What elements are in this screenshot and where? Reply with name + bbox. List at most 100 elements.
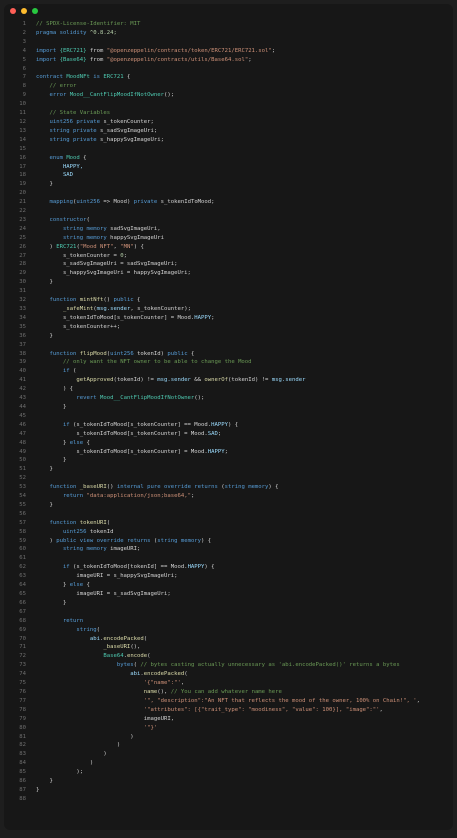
code-line: 83 ) [4, 750, 453, 759]
line-number: 44 [19, 403, 26, 410]
line-text: // State Variables [36, 110, 111, 117]
line-number: 42 [19, 386, 26, 393]
close-dot[interactable] [10, 8, 16, 14]
line-number: 58 [19, 528, 26, 535]
line-number: 16 [19, 154, 26, 161]
code-line: 79 imageURI, [4, 715, 453, 724]
code-line: 78 '"attributes": [{"trait_type": "moodi… [4, 706, 453, 715]
code-line: 64 } else { [4, 581, 453, 590]
code-line: 11 // State Variables [4, 109, 453, 118]
line-number: 78 [19, 706, 26, 713]
code-line: 58 uint256 tokenId [4, 528, 453, 537]
line-number: 52 [19, 475, 26, 482]
line-number: 64 [19, 582, 26, 589]
code-line: 9 error Mood__CantFlipMoodIfNotOwner(); [4, 91, 453, 100]
code-line: 25 string memory happySvgImageUri [4, 234, 453, 243]
line-text: imageURI = s_happySvgImageUri; [36, 573, 178, 580]
code-line: 48 } else { [4, 439, 453, 448]
line-text: } [36, 181, 53, 188]
code-line: 81 ) [4, 733, 453, 742]
code-area[interactable]: 1 // SPDX-License-Identifier: MIT 2 pragma … [4, 20, 453, 830]
code-line: 27 s_tokenCounter = 0; [4, 252, 453, 261]
code-line: 60 string memory imageURI; [4, 545, 453, 554]
line-number: 20 [19, 190, 26, 197]
line-text: } [36, 332, 53, 339]
code-line: 46 if (s_tokenIdToMood[s_tokenCounter] =… [4, 421, 453, 430]
line-text: import {ERC721} from "@openzeppelin/cont… [36, 47, 276, 54]
line-number: 45 [19, 412, 26, 419]
code-line: 6 [4, 65, 453, 74]
code-line: 69 string( [4, 626, 453, 635]
line-text: s_tokenIdToMood[s_tokenCounter] = Mood.H… [36, 448, 228, 455]
line-text: s_tokenIdToMood[s_tokenCounter] = Mood.S… [36, 430, 222, 437]
code-line: 71 _baseURI(), [4, 643, 453, 652]
code-line: 50 } [4, 456, 453, 465]
line-number: 7 [22, 74, 26, 81]
line-text: imageURI, [36, 715, 175, 722]
line-number: 15 [19, 145, 26, 152]
line-number: 70 [19, 635, 26, 642]
line-number: 39 [19, 359, 26, 366]
line-number: 41 [19, 377, 26, 384]
line-text: '", "description":"An NFT that reflects … [143, 697, 420, 704]
code-line: 76 name(), // You can add whatever name … [4, 688, 453, 697]
line-number: 56 [19, 510, 26, 517]
line-text: ) ERC721("Mood NFT", "MN") { [36, 243, 144, 250]
line-number: 32 [19, 297, 26, 304]
line-number: 12 [19, 118, 26, 125]
code-line: 17 HAPPY, [4, 163, 453, 172]
line-number: 24 [19, 225, 26, 232]
code-line: 39 // only want the NFT owner to be able… [4, 358, 453, 367]
line-number: 5 [22, 56, 26, 63]
minimize-dot[interactable] [21, 8, 27, 14]
line-text: } [36, 501, 53, 508]
code-line: 14 string private s_happySvgImageUri; [4, 136, 453, 145]
line-text: function flipMood(uint256 tokenId) publi… [36, 350, 195, 357]
code-line: 5 import {Base64} from "@openzeppelin/con… [4, 56, 453, 65]
line-number: 59 [19, 537, 26, 544]
line-text: s_sadSvgImageUri = sadSvgImageUri; [36, 261, 178, 268]
line-number: 84 [19, 760, 26, 767]
line-number: 37 [19, 341, 26, 348]
line-number: 47 [19, 430, 26, 437]
line-number: 46 [19, 421, 26, 428]
code-line: 45 [4, 412, 453, 421]
line-number: 51 [19, 466, 26, 473]
line-number: 82 [19, 742, 26, 749]
code-line: 2 pragma solidity ^0.8.24; [4, 29, 453, 38]
code-line: 22 [4, 207, 453, 216]
code-line: 15 [4, 145, 453, 154]
line-number: 28 [19, 261, 26, 268]
line-text: bytes( // bytes casting actually unneces… [116, 662, 400, 669]
maximize-dot[interactable] [32, 8, 38, 14]
line-number: 72 [19, 653, 26, 660]
code-line: 35 s_tokenCounter++; [4, 323, 453, 332]
code-line: 38 function flipMood(uint256 tokenId) pu… [4, 350, 453, 359]
code-line: 85 ); [4, 768, 453, 777]
line-text: imageURI = s_sadSvgImageUri; [36, 591, 171, 597]
line-number: 71 [19, 644, 26, 651]
line-text: return "data:application/json;base64,"; [36, 493, 195, 500]
line-text: abi.encodePacked( [130, 671, 188, 678]
line-text: ) { [36, 386, 74, 393]
code-editor-window: 1 // SPDX-License-Identifier: MIT 2 pragma … [4, 4, 453, 830]
line-text: abi.encodePacked( [89, 635, 148, 642]
code-line: 47 s_tokenIdToMood[s_tokenCounter] = Moo… [4, 430, 453, 439]
line-text: } [36, 466, 53, 473]
line-number: 74 [19, 671, 26, 678]
line-number: 68 [19, 617, 26, 624]
line-text: HAPPY, [36, 163, 84, 170]
code-line: 43 revert Mood__CantFlipMoodIfNotOwner()… [4, 394, 453, 403]
line-number: 40 [19, 368, 26, 375]
code-line: 66 } [4, 599, 453, 608]
line-text: '"}' [143, 724, 158, 731]
code-line: 55 } [4, 501, 453, 510]
line-text: s_tokenIdToMood[s_tokenCounter] = Mood.H… [36, 314, 215, 321]
line-text: error Mood__CantFlipMoodIfNotOwner(); [36, 92, 175, 99]
line-text: mapping(uint256 => Mood) private s_token… [36, 199, 215, 206]
line-number: 13 [19, 127, 26, 134]
line-number: 63 [19, 573, 26, 580]
line-number: 29 [19, 270, 26, 277]
line-number: 60 [19, 546, 26, 553]
code-line: 49 s_tokenIdToMood[s_tokenCounter] = Moo… [4, 448, 453, 457]
